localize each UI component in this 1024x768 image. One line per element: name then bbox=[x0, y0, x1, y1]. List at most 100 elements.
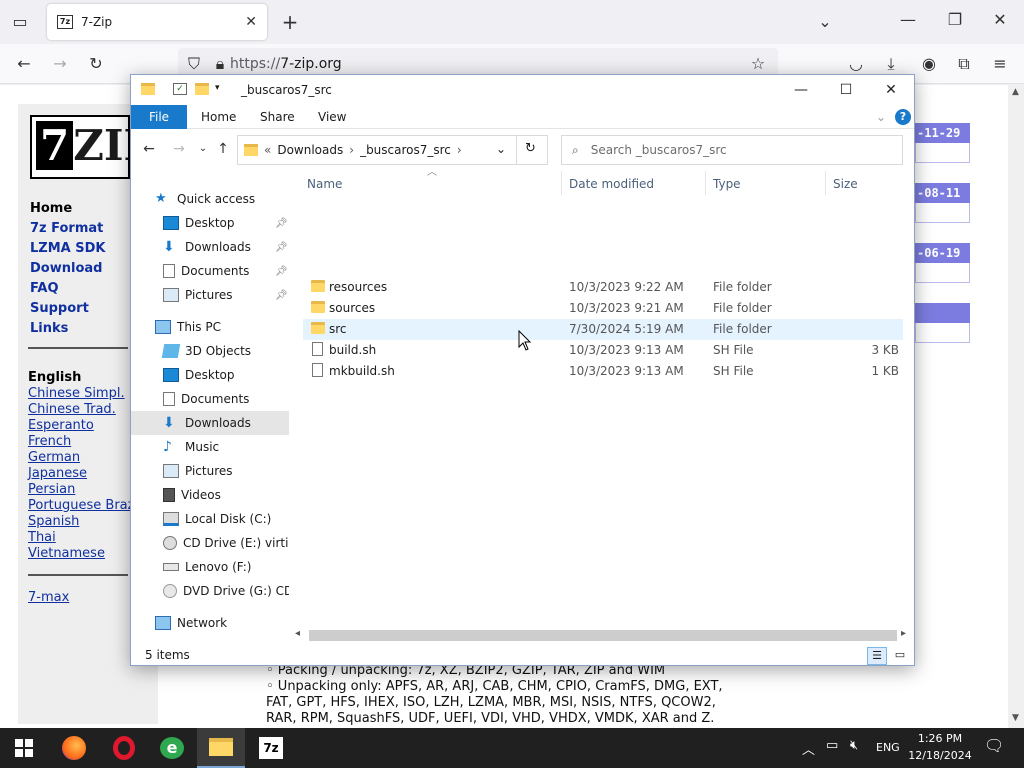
nav-qa-downloads[interactable]: ⬇ Downloads 📌︎ bbox=[131, 235, 289, 259]
lang-link[interactable]: Portuguese Brazil bbox=[28, 498, 142, 513]
reload-icon[interactable]: ↻ bbox=[86, 54, 106, 74]
lang-link[interactable]: Persian bbox=[28, 482, 75, 497]
column-name[interactable]: Name bbox=[307, 177, 342, 191]
forward-icon[interactable]: → bbox=[50, 54, 70, 74]
back-icon[interactable]: ← bbox=[14, 54, 34, 74]
clock-date[interactable]: 12/18/2024 bbox=[906, 749, 974, 762]
column-size[interactable]: Size bbox=[833, 177, 858, 191]
nav-support[interactable]: Support bbox=[30, 301, 89, 316]
forward-icon[interactable]: → bbox=[169, 139, 189, 159]
nav-home[interactable]: Home bbox=[30, 201, 72, 216]
minimize-icon[interactable]: — bbox=[781, 79, 821, 101]
file-row[interactable]: mkbuild.sh 10/3/2023 9:13 AM SH File 1 K… bbox=[303, 361, 903, 382]
nav-qa-pictures[interactable]: Pictures 📌︎ bbox=[131, 283, 289, 307]
pin-icon[interactable]: 📌︎ bbox=[275, 290, 288, 301]
column-divider[interactable] bbox=[825, 171, 826, 195]
pin-icon[interactable]: 📌︎ bbox=[275, 242, 288, 253]
scroll-up-icon[interactable]: ▲ bbox=[1012, 87, 1019, 97]
tab-list-icon[interactable]: ▭ bbox=[10, 12, 30, 32]
nav-lzma-sdk[interactable]: LZMA SDK bbox=[30, 241, 105, 256]
lang-link[interactable]: Spanish bbox=[28, 514, 79, 529]
account-icon[interactable]: ◉ bbox=[919, 54, 939, 74]
nav-downloads-selected[interactable]: ⬇ Downloads bbox=[131, 411, 289, 435]
shield-icon[interactable]: ⛉ bbox=[184, 54, 204, 74]
file-row[interactable]: build.sh 10/3/2023 9:13 AM SH File 3 KB bbox=[303, 340, 903, 361]
extensions-icon[interactable]: ⧉ bbox=[954, 54, 974, 74]
lang-link[interactable]: Chinese Simpl. bbox=[28, 386, 125, 401]
pin-icon[interactable]: 📌︎ bbox=[275, 218, 288, 229]
back-icon[interactable]: ← bbox=[139, 139, 159, 159]
chevron-right-icon[interactable]: › bbox=[349, 143, 354, 157]
recent-locations-icon[interactable]: ⌄ bbox=[193, 139, 213, 159]
nav-pictures[interactable]: Pictures bbox=[131, 459, 289, 483]
nav-local-disk[interactable]: Local Disk (C:) bbox=[131, 507, 289, 531]
nav-faq[interactable]: FAQ bbox=[30, 281, 59, 296]
column-date-modified[interactable]: Date modified bbox=[569, 177, 654, 191]
site-logo[interactable]: 7ZIP bbox=[30, 115, 130, 179]
breadcrumb-downloads[interactable]: Downloads bbox=[277, 143, 343, 157]
close-icon[interactable]: ✕ bbox=[245, 14, 257, 30]
lang-link[interactable]: French bbox=[28, 434, 71, 449]
scroll-down-icon[interactable]: ▼ bbox=[1012, 713, 1019, 723]
new-tab-icon[interactable]: + bbox=[280, 12, 300, 32]
file-row[interactable]: resources 10/3/2023 9:22 AM File folder bbox=[303, 277, 903, 298]
horizontal-scrollbar[interactable]: ◂ ▸ bbox=[293, 627, 913, 643]
lang-link[interactable]: Esperanto bbox=[28, 418, 94, 433]
breadcrumb-current[interactable]: _buscaros7_src bbox=[360, 143, 451, 157]
refresh-icon[interactable]: ↻ bbox=[525, 141, 536, 156]
lang-link[interactable]: Chinese Trad. bbox=[28, 402, 116, 417]
help-icon[interactable]: ? bbox=[895, 109, 911, 125]
pin-icon[interactable]: 📌︎ bbox=[275, 266, 288, 277]
nav-3d-objects[interactable]: 3D Objects bbox=[131, 339, 289, 363]
minimize-icon[interactable]: — bbox=[898, 10, 918, 30]
nav-qa-desktop[interactable]: Desktop 📌︎ bbox=[131, 211, 289, 235]
quick-access-toolbar-dropdown-icon[interactable]: ▾ bbox=[215, 83, 220, 93]
taskbar-firefox[interactable] bbox=[50, 728, 98, 768]
column-divider[interactable] bbox=[561, 171, 562, 195]
overflow-crumb-icon[interactable]: « bbox=[264, 143, 271, 157]
maximize-icon[interactable]: ☐ bbox=[826, 79, 866, 101]
language-indicator[interactable]: ENG bbox=[876, 741, 900, 754]
file-row[interactable]: sources 10/3/2023 9:21 AM File folder bbox=[303, 298, 903, 319]
nav-7z-format[interactable]: 7z Format bbox=[30, 221, 103, 236]
column-divider[interactable] bbox=[705, 171, 706, 195]
scrollbar-thumb[interactable] bbox=[309, 630, 897, 641]
taskbar-file-explorer[interactable] bbox=[197, 728, 245, 768]
start-button[interactable] bbox=[0, 728, 48, 768]
address-bar[interactable]: « Downloads › _buscaros7_src › ⌄ ↻ bbox=[237, 135, 548, 165]
lock-icon[interactable]: 🔒︎ bbox=[210, 54, 230, 74]
nav-lenovo-drive[interactable]: Lenovo (F:) bbox=[131, 555, 289, 579]
new-folder-icon[interactable] bbox=[195, 83, 209, 95]
nav-documents[interactable]: Documents bbox=[131, 387, 289, 411]
lang-link[interactable]: German bbox=[28, 450, 80, 465]
close-icon[interactable]: ✕ bbox=[871, 79, 911, 101]
lang-link[interactable]: Vietnamese bbox=[28, 546, 105, 561]
tab-home[interactable]: Home bbox=[201, 105, 236, 129]
bookmark-star-icon[interactable]: ☆ bbox=[748, 54, 768, 74]
nav-this-pc[interactable]: This PC bbox=[131, 315, 289, 339]
menu-icon[interactable]: ≡ bbox=[990, 54, 1010, 74]
details-view-icon[interactable]: ☰ bbox=[867, 647, 887, 665]
nav-music[interactable]: ♪ Music bbox=[131, 435, 289, 459]
nav-qa-documents[interactable]: Documents 📌︎ bbox=[131, 259, 289, 283]
page-scrollbar[interactable]: ▲ ▼ bbox=[1008, 85, 1024, 728]
tab-view[interactable]: View bbox=[318, 105, 346, 129]
tab-file[interactable]: File bbox=[131, 105, 187, 129]
nav-cd-drive[interactable]: CD Drive (E:) virtio-win bbox=[131, 531, 289, 555]
chevron-right-icon[interactable]: › bbox=[457, 143, 462, 157]
nav-quick-access[interactable]: ★ Quick access bbox=[131, 187, 289, 211]
nav-videos[interactable]: Videos bbox=[131, 483, 289, 507]
large-icons-view-icon[interactable]: ▭ bbox=[891, 647, 909, 665]
file-row-hovered[interactable]: src 7/30/2024 5:19 AM File folder bbox=[303, 319, 903, 340]
taskbar-7zip[interactable]: 7z bbox=[247, 728, 295, 768]
pocket-icon[interactable]: ◡ bbox=[846, 54, 866, 74]
restore-icon[interactable]: ❐ bbox=[945, 10, 965, 30]
properties-icon[interactable]: ✓ bbox=[173, 83, 187, 95]
network-tray-icon[interactable]: ▭ bbox=[826, 738, 838, 753]
lang-link[interactable]: Thai bbox=[28, 530, 56, 545]
tab-share[interactable]: Share bbox=[260, 105, 295, 129]
nav-links[interactable]: Links bbox=[30, 321, 68, 336]
taskbar-ie[interactable]: e bbox=[148, 728, 196, 768]
taskbar-opera[interactable] bbox=[100, 728, 148, 768]
scroll-left-icon[interactable]: ◂ bbox=[295, 628, 300, 639]
